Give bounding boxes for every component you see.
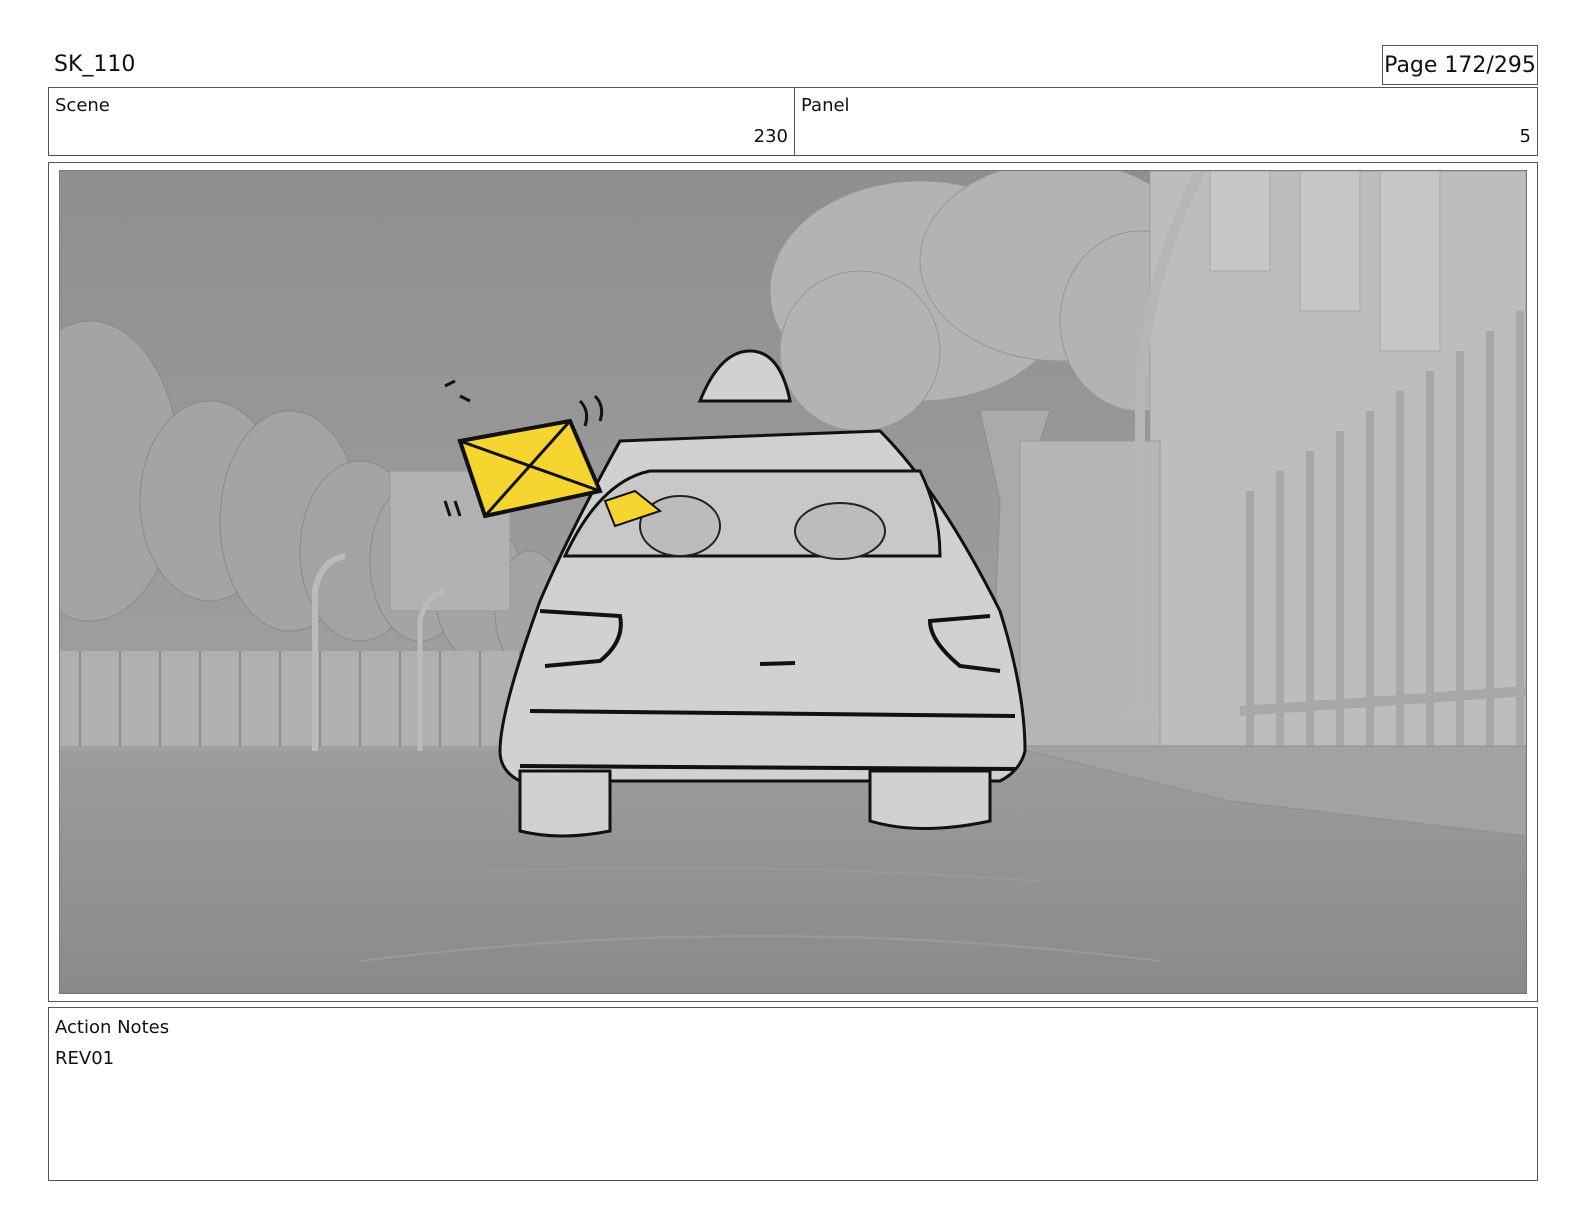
panel-label: Panel bbox=[801, 95, 850, 116]
storyboard-image bbox=[59, 170, 1527, 994]
panel-cell: Panel 5 bbox=[795, 88, 1537, 155]
document-id: SK_110 bbox=[54, 52, 136, 77]
action-notes-label: Action Notes bbox=[55, 1017, 170, 1038]
info-row: Scene 230 Panel 5 bbox=[48, 87, 1538, 156]
storyboard-drawing bbox=[60, 171, 1526, 993]
action-notes-box: Action Notes REV01 bbox=[48, 1007, 1538, 1181]
page-number: Page 172/295 bbox=[1382, 45, 1538, 85]
action-notes-text: REV01 bbox=[55, 1048, 115, 1069]
panel-value: 5 bbox=[1519, 126, 1531, 147]
scene-cell: Scene 230 bbox=[49, 88, 795, 155]
scene-value: 230 bbox=[753, 126, 788, 147]
scene-label: Scene bbox=[55, 95, 110, 116]
